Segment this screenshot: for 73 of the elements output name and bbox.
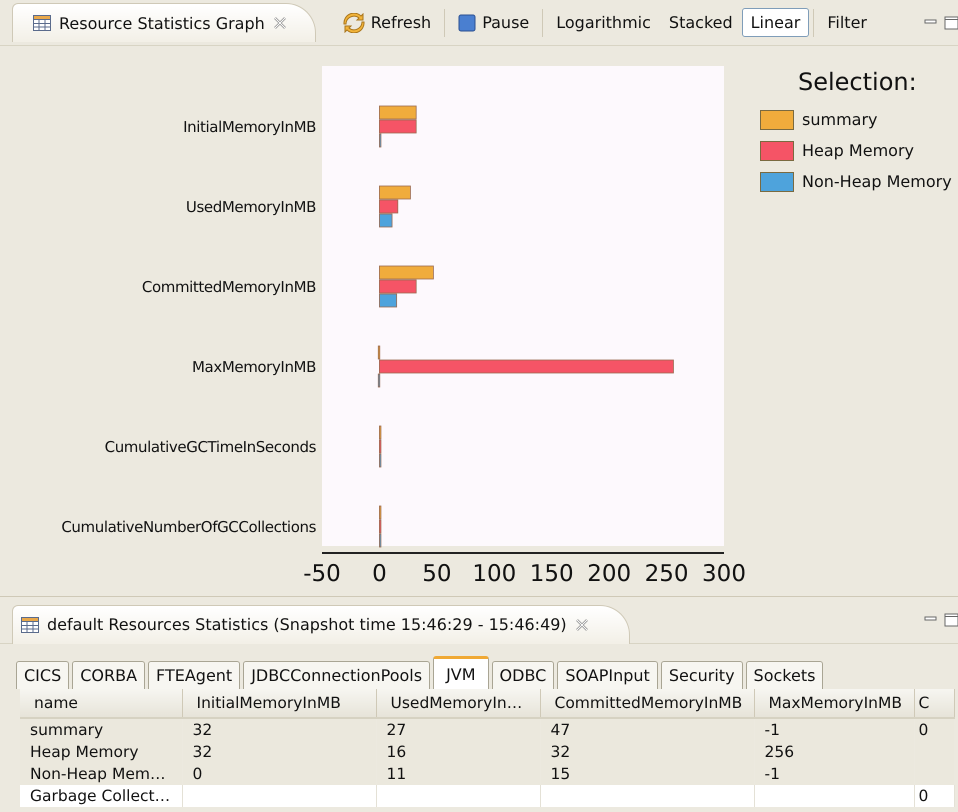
- tick-label: 100: [472, 561, 516, 587]
- tick-label: 0: [372, 561, 387, 587]
- table-cell: summary: [30, 721, 104, 739]
- tab[interactable]: CICS: [16, 661, 70, 689]
- tab[interactable]: CORBA: [72, 661, 146, 689]
- table-row[interactable]: summary 32 27 47 -1 0: [20, 718, 954, 741]
- tick-label: 250: [644, 561, 689, 587]
- toolbar-button[interactable]: Linear: [742, 8, 810, 37]
- table-icon: [21, 616, 39, 632]
- table-cell: 11: [386, 765, 406, 783]
- toolbar-button[interactable]: Filter: [818, 8, 876, 37]
- table-cell: 0: [192, 765, 202, 783]
- table-cell: 15: [550, 765, 570, 783]
- category-label: CumulativeNumberOfGCCollections: [61, 518, 316, 536]
- table-row[interactable]: Heap Memory 32 16 32 256: [20, 741, 954, 763]
- stop-icon: [458, 14, 476, 32]
- maximize-icon[interactable]: [944, 613, 958, 627]
- table-cell: 32: [550, 743, 570, 761]
- table-cell: 27: [386, 721, 406, 739]
- maximize-icon[interactable]: [944, 16, 958, 30]
- column-header[interactable]: name: [20, 689, 182, 718]
- toolbar-button[interactable]: Logarithmic: [547, 8, 660, 37]
- tick-label: 200: [587, 561, 632, 587]
- category-label: CumulativeGCTimeInSeconds: [104, 438, 316, 456]
- view-tab[interactable]: default Resources Statistics (Snapshot time 15:46:29 - 15:46:49): [12, 604, 630, 644]
- tab[interactable]: Sockets: [746, 661, 824, 689]
- refresh-icon: [342, 12, 365, 32]
- close-icon[interactable]: [272, 16, 287, 30]
- pause-button[interactable]: Pause: [449, 8, 538, 37]
- tab[interactable]: SOAPInput: [557, 661, 658, 689]
- close-icon[interactable]: [574, 618, 589, 632]
- column-header[interactable]: InitialMemoryInMB: [182, 689, 376, 718]
- legend-title: Selection:: [798, 68, 918, 96]
- column-header[interactable]: C: [914, 689, 954, 718]
- legend-label: Non-Heap Memory: [802, 172, 952, 191]
- table-cell: 0: [918, 787, 928, 805]
- tab[interactable]: Security: [660, 661, 743, 689]
- table-icon: [33, 15, 51, 31]
- tab[interactable]: JVM: [433, 656, 489, 689]
- table-cell: -1: [764, 765, 780, 783]
- table-cell: 32: [192, 721, 212, 739]
- table-cell: 32: [192, 743, 212, 761]
- tick-label: -50: [303, 561, 341, 587]
- tick-label: 300: [702, 561, 746, 587]
- table-cell: -1: [764, 721, 780, 739]
- table-row[interactable]: Garbage Collect… 0: [20, 785, 954, 807]
- column-header[interactable]: UsedMemoryIn…: [376, 689, 540, 718]
- legend-label: summary: [802, 110, 878, 129]
- refresh-button[interactable]: Refresh: [334, 8, 440, 38]
- category-label: InitialMemoryInMB: [183, 118, 316, 136]
- tab[interactable]: JDBCConnectionPools: [243, 661, 430, 689]
- column-header[interactable]: CommittedMemoryInMB: [540, 689, 754, 718]
- table-cell: Garbage Collect…: [30, 787, 170, 805]
- category-label: MaxMemoryInMB: [192, 358, 316, 376]
- tab[interactable]: FTEAgent: [148, 661, 240, 689]
- toolbar-button[interactable]: Stacked: [660, 8, 742, 37]
- legend-label: Heap Memory: [802, 141, 914, 160]
- view-title: Resource Statistics Graph: [59, 14, 265, 32]
- table-cell: 256: [764, 743, 794, 761]
- tick-label: 150: [530, 561, 574, 587]
- tick-label: 50: [422, 561, 452, 587]
- table-cell: 47: [550, 721, 570, 739]
- column-header[interactable]: MaxMemoryInMB: [754, 689, 914, 718]
- table-cell: Non-Heap Mem…: [30, 765, 166, 783]
- view-tab[interactable]: Resource Statistics Graph: [12, 3, 316, 42]
- table-cell: 0: [918, 721, 928, 739]
- table-row[interactable]: Non-Heap Mem… 0 11 15 -1: [20, 763, 954, 785]
- tab[interactable]: ODBC: [492, 661, 554, 689]
- view-title: default Resources Statistics (Snapshot time 15:46:29 - 15:46:49): [47, 615, 567, 634]
- category-label: CommittedMemoryInMB: [142, 278, 316, 296]
- category-label: UsedMemoryInMB: [186, 198, 316, 216]
- table-cell: Heap Memory: [30, 743, 138, 761]
- table-cell: 16: [386, 743, 406, 761]
